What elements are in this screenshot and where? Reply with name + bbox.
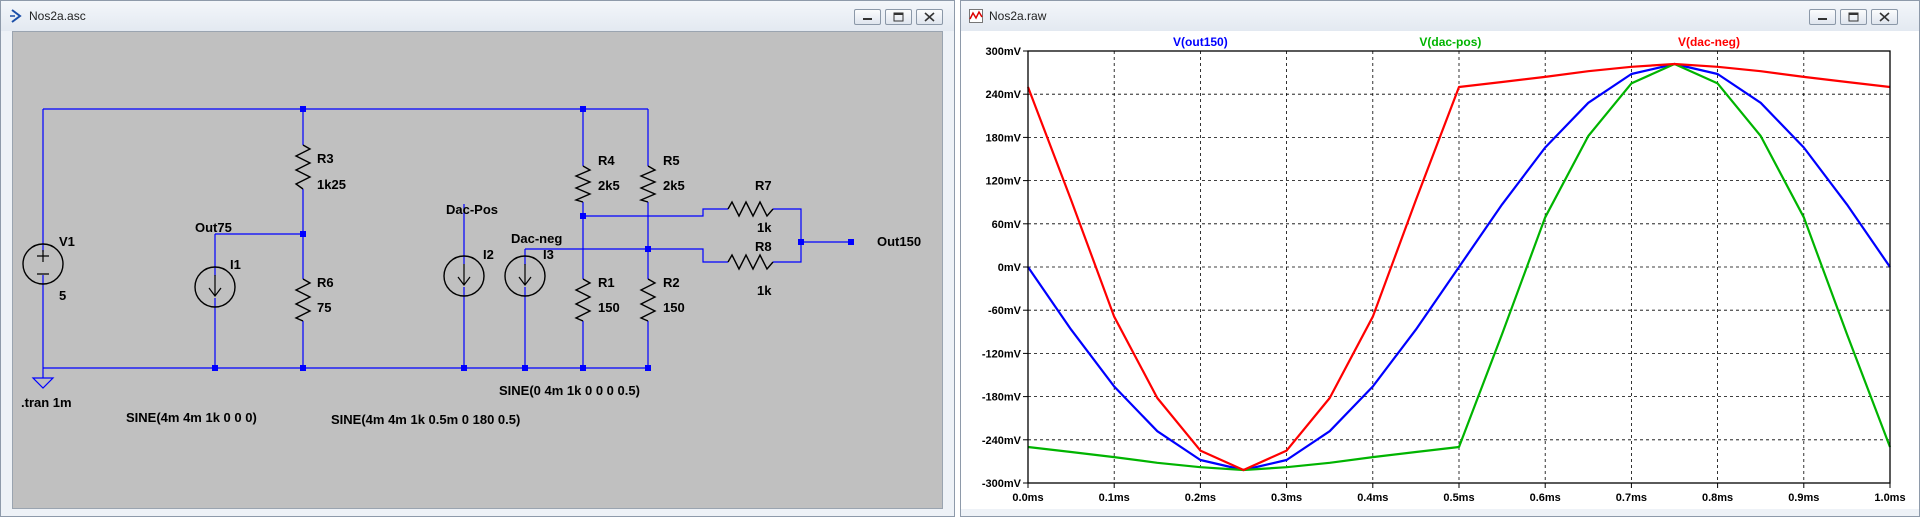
x-tick-label: 0.2ms	[1185, 492, 1216, 504]
label-r7: R7	[755, 178, 772, 193]
schematic-canvas[interactable]: V1 5 I1 I2 I3 R3 1k25 R6 75 R4 2k5 R5 2k…	[12, 31, 943, 509]
resistor-r4	[573, 165, 592, 203]
ground-symbol	[31, 377, 55, 389]
label-r6-value: 75	[317, 300, 331, 315]
label-r2-value: 150	[663, 300, 685, 315]
x-tick-label: 0.1ms	[1099, 492, 1130, 504]
y-tick-label: 60mV	[992, 219, 1022, 231]
label-r1: R1	[598, 275, 615, 290]
resistor-r3	[294, 144, 312, 190]
net-label-dacneg: Dac-neg	[511, 231, 562, 246]
source-text-i3: SINE(4m 4m 1k 0.5m 0 180 0.5)	[331, 412, 520, 427]
label-r8-value: 1k	[757, 283, 772, 298]
x-tick-label: 0.0ms	[1012, 492, 1043, 504]
waveform-minimize-button[interactable]	[1809, 9, 1836, 25]
x-tick-label: 0.5ms	[1443, 492, 1474, 504]
label-i1: I1	[230, 257, 241, 272]
schematic-titlebar[interactable]: Nos2a.asc	[1, 1, 954, 31]
resistor-r2	[639, 278, 657, 322]
waveform-plot-area[interactable]: 0.0ms 0.1ms 0.2ms 0.3ms 0.4ms 0.5ms 0.6ms 0.7ms…	[961, 31, 1919, 509]
label-r6: R6	[317, 275, 334, 290]
x-tick-label: 0.7ms	[1616, 492, 1647, 504]
label-r2: R2	[663, 275, 680, 290]
label-r7-value: 1k	[757, 220, 772, 235]
label-r1-value: 150	[598, 300, 620, 315]
schematic-maximize-button[interactable]	[885, 9, 912, 25]
y-tick-label: -300mV	[982, 478, 1022, 490]
schematic-window: Nos2a.asc V1 5 I1 I2 I3 R3 1k25 R6 75 R4…	[0, 0, 955, 517]
label-r5: R5	[663, 153, 680, 168]
label-i2: I2	[483, 247, 494, 262]
schematic-drawing: V1 5 I1 I2 I3 R3 1k25 R6 75 R4 2k5 R5 2k…	[21, 106, 921, 427]
source-text-i1: SINE(4m 4m 1k 0 0 0)	[126, 410, 257, 425]
waveform-close-button[interactable]	[1871, 9, 1898, 25]
waveform-window: Nos2a.raw 0.0ms 0.1ms 0.2ms 0.3ms 0.4ms 0.5ms…	[960, 0, 1920, 517]
y-tick-label: -120mV	[982, 348, 1022, 360]
trace-label-V(dac-pos)[interactable]: V(dac-pos)	[1419, 35, 1481, 49]
waveform-titlebar[interactable]: Nos2a.raw	[961, 1, 1919, 31]
schematic-window-title: Nos2a.asc	[29, 9, 86, 23]
components	[22, 144, 774, 322]
waveform-chart-icon	[969, 9, 983, 23]
resistor-r8	[727, 253, 774, 271]
schematic-minimize-button[interactable]	[854, 9, 881, 25]
label-v1: V1	[59, 234, 75, 249]
directive-tran: .tran 1m	[21, 395, 72, 410]
schematic-close-button[interactable]	[916, 9, 943, 25]
y-tick-label: -240mV	[982, 435, 1022, 447]
resistor-r1	[574, 278, 592, 322]
net-label-out75: Out75	[195, 220, 232, 235]
y-tick-label: 180mV	[986, 132, 1022, 144]
x-tick-label: 0.6ms	[1530, 492, 1561, 504]
x-tick-label: 0.4ms	[1357, 492, 1388, 504]
y-tick-label: 300mV	[986, 46, 1022, 58]
label-r8: R8	[755, 239, 772, 254]
waveform-window-title: Nos2a.raw	[989, 9, 1047, 23]
waveform-maximize-button[interactable]	[1840, 9, 1867, 25]
label-r3: R3	[317, 151, 334, 166]
label-r3-value: 1k25	[317, 177, 346, 192]
x-tick-label: 0.8ms	[1702, 492, 1733, 504]
wires	[42, 108, 851, 378]
x-tick-label: 0.3ms	[1271, 492, 1302, 504]
trace-label-V(dac-neg)[interactable]: V(dac-neg)	[1678, 35, 1740, 49]
source-text-i2: SINE(0 4m 1k 0 0 0 0.5)	[499, 383, 640, 398]
label-v1-value: 5	[59, 288, 66, 303]
y-tick-label: 120mV	[986, 176, 1022, 188]
y-tick-label: 240mV	[986, 89, 1022, 101]
net-label-dacpos: Dac-Pos	[446, 202, 498, 217]
label-r4: R4	[598, 153, 615, 168]
y-tick-label: -180mV	[982, 392, 1022, 404]
y-tick-label: 0mV	[998, 262, 1022, 274]
resistor-r6	[294, 278, 312, 322]
label-i3: I3	[543, 247, 554, 262]
label-r5-value: 2k5	[663, 178, 685, 193]
y-tick-label: -60mV	[988, 305, 1022, 317]
x-tick-label: 1.0ms	[1874, 492, 1905, 504]
resistor-r7	[727, 200, 774, 218]
trace-label-V(out150)[interactable]: V(out150)	[1173, 35, 1228, 49]
x-tick-label: 0.9ms	[1788, 492, 1819, 504]
label-r4-value: 2k5	[598, 178, 620, 193]
ltspice-schematic-icon	[10, 9, 22, 23]
net-label-out150: Out150	[877, 234, 921, 249]
resistor-r5	[638, 165, 657, 203]
waveform-chart: 0.0ms 0.1ms 0.2ms 0.3ms 0.4ms 0.5ms 0.6ms 0.7ms…	[982, 35, 1906, 504]
